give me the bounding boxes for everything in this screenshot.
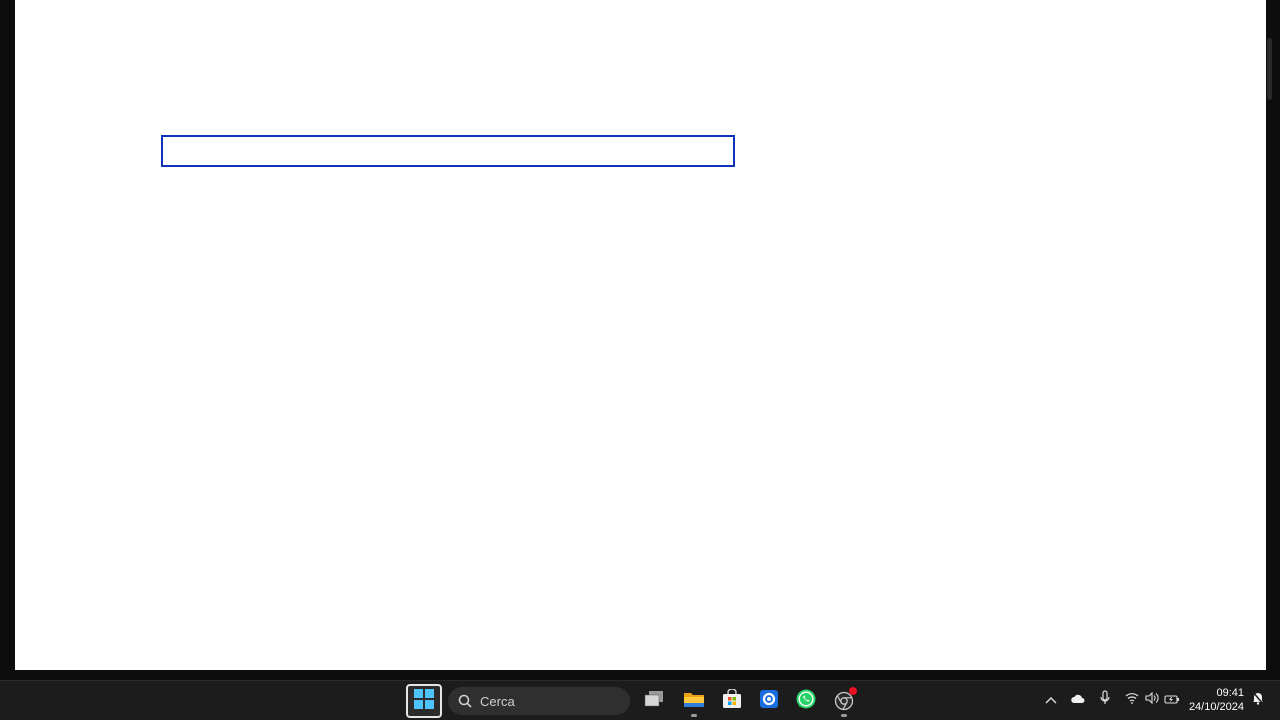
file-explorer-button[interactable] xyxy=(676,684,712,718)
microphone-icon xyxy=(1100,689,1110,711)
volume-icon xyxy=(1145,691,1159,709)
network-button[interactable] xyxy=(1122,690,1142,710)
clock-time: 09:41 xyxy=(1216,687,1244,699)
microphone-button[interactable] xyxy=(1095,689,1115,711)
chevron-up-icon xyxy=(1045,691,1057,709)
onedrive-cloud-icon xyxy=(1070,691,1086,709)
scrollbar[interactable] xyxy=(1267,38,1272,100)
task-view-button[interactable] xyxy=(636,684,672,718)
settings-app-icon xyxy=(759,689,779,714)
notifications-button[interactable] xyxy=(1248,690,1268,710)
clock-date: 24/10/2024 xyxy=(1188,701,1244,713)
app-window xyxy=(15,0,1266,670)
chrome-icon xyxy=(834,687,857,711)
running-indicator xyxy=(691,714,697,717)
windows-logo-icon xyxy=(414,688,434,714)
search-icon xyxy=(458,694,472,708)
file-explorer-icon xyxy=(683,690,705,713)
running-indicator xyxy=(841,714,847,717)
text-input[interactable] xyxy=(161,135,735,167)
taskbar: Cerca 09:41 24/10/2024 xyxy=(0,680,1280,720)
wifi-icon xyxy=(1125,691,1139,709)
clock[interactable]: 09:41 24/10/2024 xyxy=(1188,686,1244,714)
battery-icon xyxy=(1164,691,1180,709)
notification-badge xyxy=(849,687,857,695)
show-hidden-icons-button[interactable] xyxy=(1041,690,1061,710)
desktop xyxy=(0,0,1280,680)
microsoft-store-button[interactable] xyxy=(714,684,750,718)
whatsapp-icon xyxy=(795,688,817,715)
whatsapp-button[interactable] xyxy=(788,684,824,718)
battery-button[interactable] xyxy=(1162,690,1182,710)
onedrive-button[interactable] xyxy=(1068,690,1088,710)
taskbar-search[interactable]: Cerca xyxy=(448,687,630,715)
search-placeholder: Cerca xyxy=(480,693,515,709)
start-button[interactable] xyxy=(406,684,442,718)
chrome-button[interactable] xyxy=(826,684,862,718)
settings-app-button[interactable] xyxy=(751,684,787,718)
microsoft-store-icon xyxy=(722,687,742,714)
notification-bell-icon xyxy=(1251,691,1265,710)
task-view-icon xyxy=(643,690,665,713)
volume-button[interactable] xyxy=(1142,690,1162,710)
